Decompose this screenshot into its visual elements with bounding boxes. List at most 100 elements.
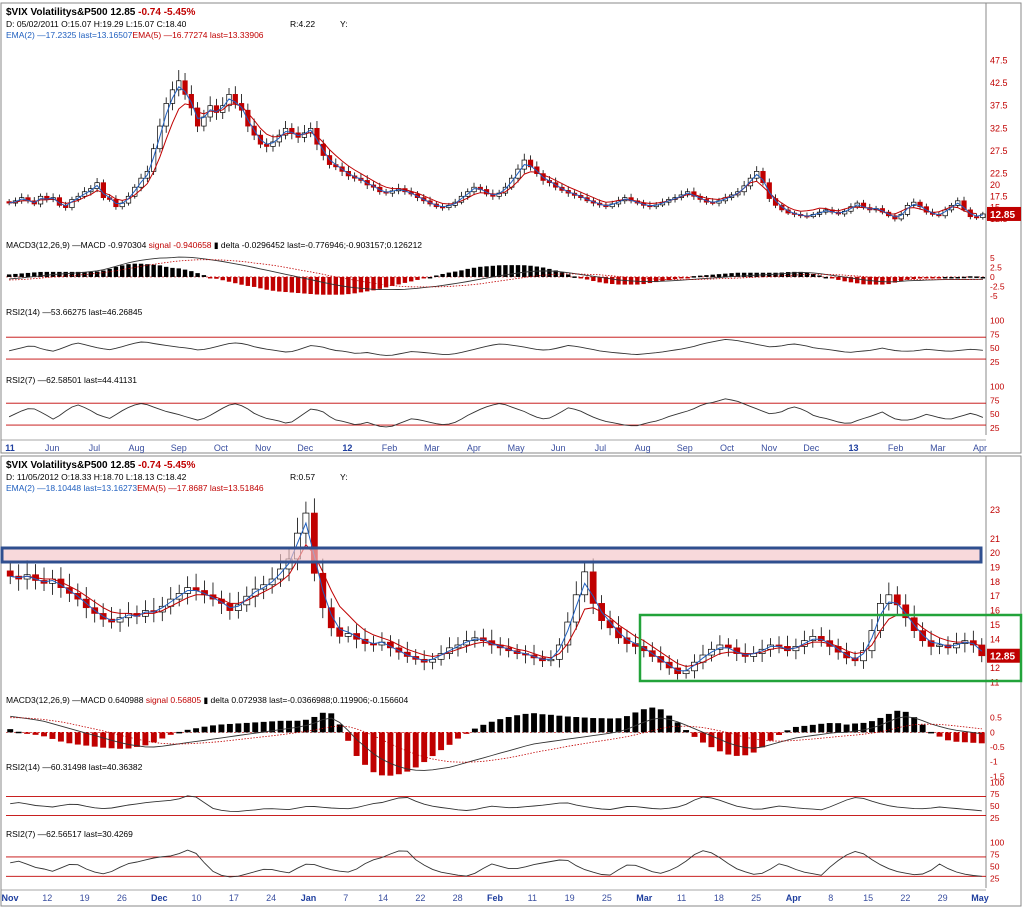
price-tick-label: 27.5 <box>990 146 1008 156</box>
macd-tick-label: 5 <box>990 253 995 263</box>
macd-bar-positive <box>434 275 439 277</box>
macd-bar-negative <box>125 732 132 749</box>
macd-bar-positive <box>547 714 554 733</box>
x-tick-label: May <box>971 893 989 903</box>
macd-bar-positive <box>792 726 799 733</box>
x-tick-label: Feb <box>382 443 398 453</box>
macd-bar-negative <box>412 732 419 768</box>
macd-bar-negative <box>861 276 866 285</box>
macd-tick-label: 0.5 <box>990 713 1002 723</box>
macd-bar-positive <box>531 713 537 733</box>
x-tick-label: Nov <box>761 443 778 453</box>
vix-chart-figure: 47.542.537.532.527.522.52017.51512.512.8… <box>0 2 1023 907</box>
macd-bar-positive <box>683 730 690 733</box>
macd-bar-positive <box>88 271 94 277</box>
macd-bar-positive <box>556 715 563 733</box>
chart-header-title-part: -5.45% <box>164 7 196 18</box>
macd-bar-negative <box>277 276 282 292</box>
macd-bar-positive <box>716 274 722 277</box>
macd-bar-positive <box>607 718 614 733</box>
chart-header-title: $VIX Volatilitys&P500 12.85 -0.74 -5.45% <box>6 7 195 18</box>
x-tick-label: Nov <box>255 443 272 453</box>
macd-bar-positive <box>15 731 22 734</box>
rsi7-title: RSI2(7) —62.56517 last=30.4269 <box>6 829 133 839</box>
x-tick-label: Jan <box>301 893 317 903</box>
x-tick-label: Oct <box>214 443 229 453</box>
macd-bar-positive <box>581 717 588 733</box>
y-readout: Y: <box>340 472 348 482</box>
x-tick-label: 25 <box>751 893 761 903</box>
price-tick-label: 22.5 <box>990 169 1008 179</box>
x-tick-label: 19 <box>80 893 90 903</box>
macd-bar-positive <box>107 268 112 277</box>
macd-bar-negative <box>647 276 653 284</box>
macd-bar-negative <box>345 732 352 741</box>
macd-bar-positive <box>151 264 156 277</box>
x-tick-label: Sep <box>677 443 693 453</box>
price-tick-label: 18 <box>990 577 1000 587</box>
macd-bar-negative <box>233 276 238 284</box>
price-tick-label: 12 <box>990 663 1000 673</box>
macd-bar-positive <box>176 731 183 734</box>
x-tick-label: 17 <box>229 893 239 903</box>
macd-bar-negative <box>591 276 596 282</box>
macd-bar-positive <box>243 722 250 733</box>
macd-bar-positive <box>488 721 495 733</box>
macd-bar-negative <box>855 276 860 284</box>
ema-readout: EMA(2) —18.10448 last=13.16273EMA(5) —17… <box>6 483 264 493</box>
macd-bar-negative <box>767 732 774 741</box>
macd-bar-positive <box>515 265 521 277</box>
macd-bar-positive <box>697 275 703 278</box>
x-tick-label: 13 <box>848 443 858 453</box>
macd-bar-positive <box>615 718 622 733</box>
macd-bar-positive <box>163 266 169 277</box>
macd-bar-positive <box>132 263 137 277</box>
macd-bar-negative <box>314 276 320 295</box>
macd-bar-negative <box>220 276 225 281</box>
macd-bar-negative <box>245 276 251 286</box>
x-tick-label: 29 <box>938 893 948 903</box>
macd-bar-positive <box>471 728 478 733</box>
price-tick-label: 20 <box>990 180 1000 190</box>
price-tick-label: 19 <box>990 563 1000 573</box>
rsi7-tick-label: 50 <box>990 862 1000 872</box>
macd-bar-negative <box>421 732 428 763</box>
macd-bar-negative <box>239 276 244 285</box>
macd-bar-positive <box>13 273 18 277</box>
macd-bar-positive <box>176 268 181 277</box>
macd-bar-positive <box>478 266 483 277</box>
price-tick-label: 37.5 <box>990 101 1008 111</box>
macd-bar-positive <box>170 267 175 277</box>
x-tick-label: Apr <box>467 443 481 453</box>
macd-bar-negative <box>953 732 960 742</box>
macd-bar-negative <box>207 276 213 279</box>
macd-bar-negative <box>930 276 935 279</box>
macd-bar-positive <box>666 715 673 733</box>
rsi7-tick-label: 25 <box>990 423 1000 433</box>
macd-bar-negative <box>41 732 47 737</box>
price-tick-label: 23 <box>990 505 1000 515</box>
rsi14-tick-label: 75 <box>990 789 1000 799</box>
ohlc-readout: D: 05/02/2011 O:15.07 H:19.29 L:15.07 C:… <box>6 19 187 29</box>
macd-bar-positive <box>514 715 521 733</box>
x-tick-label: 22 <box>415 893 425 903</box>
macd-bar-positive <box>547 268 552 277</box>
macd-bar-positive <box>484 266 489 277</box>
macd-tick-label: -5 <box>990 291 998 301</box>
macd-bar-negative <box>408 276 414 282</box>
macd-bar-negative <box>387 732 394 776</box>
macd-title-part: MACD3(12,26,9) —MACD 0.640988 <box>6 695 146 705</box>
macd-bar-negative <box>415 276 420 280</box>
macd-bar-negative <box>679 276 684 279</box>
x-tick-label: 18 <box>714 893 724 903</box>
macd-bar-positive <box>113 266 119 277</box>
macd-bar-positive <box>19 273 24 277</box>
ema-readout-part: EMA(2) —18.10448 last=13.16273 <box>6 483 137 493</box>
x-tick-label: Apr <box>786 893 802 903</box>
macd-bar-negative <box>970 732 977 743</box>
x-tick-label: 12 <box>42 893 52 903</box>
last-price-tag-label: 12.85 <box>990 652 1015 663</box>
macd-bar-positive <box>459 270 464 277</box>
x-tick-label: Mar <box>636 893 653 903</box>
macd-bar-positive <box>193 728 200 733</box>
